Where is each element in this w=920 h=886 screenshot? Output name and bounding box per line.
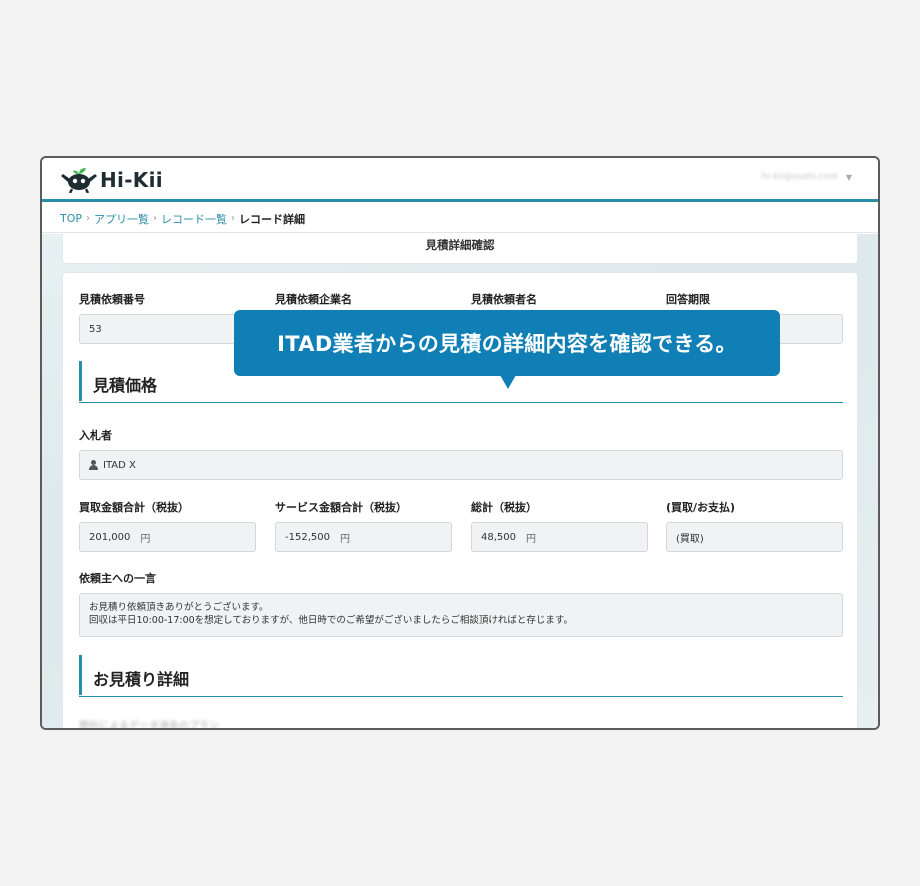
comment-field: お見積り依頼頂きありがとうございます。 回収は平日10:00-17:00を想定し… xyxy=(79,593,843,637)
logo[interactable]: Hi-Kii xyxy=(60,165,163,195)
comment-line-1: お見積り依頼頂きありがとうございます。 xyxy=(89,602,269,613)
direction-field: (買取) xyxy=(666,522,843,552)
service-total-value: -152,500 xyxy=(285,531,330,543)
section-accent-bar xyxy=(79,655,82,695)
breadcrumb: TOP › アプリ一覧 › レコード一覧 › レコード詳細 xyxy=(42,205,878,233)
purchase-total-unit: 円 xyxy=(140,533,151,545)
breadcrumb-top[interactable]: TOP xyxy=(60,212,82,225)
logo-text: Hi-Kii xyxy=(100,168,163,192)
service-total-field: -152,500 円 xyxy=(275,522,452,552)
breadcrumb-separator: › xyxy=(153,213,158,224)
user-menu[interactable]: hi-kii@sushi.com ▼ xyxy=(762,172,852,182)
section-accent-bar xyxy=(79,361,82,401)
bidder-value: ITAD X xyxy=(103,459,136,471)
bidder-field: ITAD X xyxy=(79,450,843,480)
breadcrumb-record-list[interactable]: レコード一覧 xyxy=(161,211,227,227)
grand-total-field: 48,500 円 xyxy=(471,522,648,552)
callout-bubble: ITAD業者からの見積の詳細内容を確認できる。 xyxy=(234,310,780,376)
purchase-total-value: 201,000 xyxy=(89,531,131,543)
grand-total-value: 48,500 xyxy=(481,531,516,543)
logo-icon xyxy=(61,168,97,193)
detail-preview-text: 弊社によるデータ消去のプラン xyxy=(79,721,219,730)
grand-total-unit: 円 xyxy=(526,533,536,545)
content-area[interactable]: 見積詳細確認 見積依頼番号 見積依頼企業名 見積依頼者名 回答期限 53 見積価… xyxy=(42,234,878,730)
section-price-title: 見積価格 xyxy=(93,376,158,395)
person-icon xyxy=(89,460,98,470)
bidder-label: 入札者 xyxy=(79,429,112,442)
breadcrumb-current: レコード詳細 xyxy=(239,212,306,226)
direction-label: (買取/お支払) xyxy=(666,501,736,514)
purchase-total-field: 201,000 円 xyxy=(79,522,256,552)
breadcrumb-separator: › xyxy=(86,213,91,224)
comment-label: 依頼主への一言 xyxy=(79,572,156,585)
deadline-label: 回答期限 xyxy=(666,293,710,306)
comment-line-2: 回収は平日10:00-17:00を想定しておりますが、他日時でのご希望がございま… xyxy=(89,615,573,626)
requester-name-label: 見積依頼者名 xyxy=(471,293,537,306)
service-total-label: サービス金額合計（税抜） xyxy=(275,501,407,514)
direction-value: (買取) xyxy=(676,533,704,545)
breadcrumb-app-list[interactable]: アプリ一覧 xyxy=(94,211,149,227)
grand-total-label: 総計（税抜） xyxy=(471,501,537,514)
company-name-label: 見積依頼企業名 xyxy=(275,293,352,306)
section-detail: お見積り詳細 xyxy=(79,655,843,697)
app-window: Hi-Kii hi-kii@sushi.com ▼ TOP › アプリ一覧 › … xyxy=(40,156,880,730)
user-email: hi-kii@sushi.com xyxy=(761,172,838,182)
page-title: 見積詳細確認 xyxy=(62,234,858,264)
callout-text: ITAD業者からの見積の詳細内容を確認できる。 xyxy=(277,332,737,356)
callout-tail xyxy=(500,375,516,389)
app-header: Hi-Kii hi-kii@sushi.com ▼ xyxy=(42,158,878,202)
chevron-down-icon: ▼ xyxy=(845,172,852,182)
request-number-label: 見積依頼番号 xyxy=(79,293,145,306)
request-number-field: 53 xyxy=(79,314,256,344)
purchase-total-label: 買取金額合計（税抜） xyxy=(79,501,189,514)
breadcrumb-separator: › xyxy=(231,213,236,224)
service-total-unit: 円 xyxy=(339,533,350,545)
section-detail-title: お見積り詳細 xyxy=(93,670,190,689)
